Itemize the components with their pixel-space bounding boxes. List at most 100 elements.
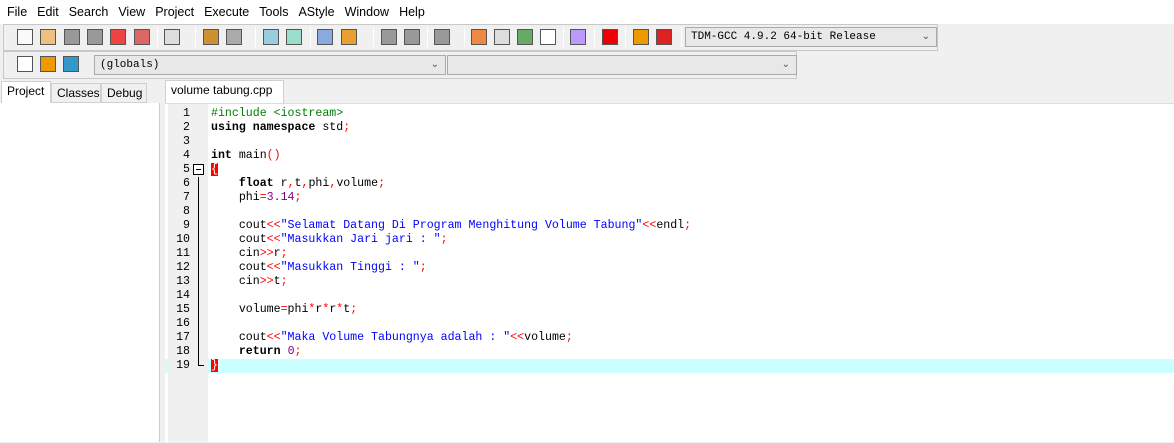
line-number: 5 [183,163,190,176]
print-icon[interactable] [164,29,180,45]
code-token: t [273,275,281,288]
add-to-project-icon[interactable] [40,56,56,72]
open-file-icon[interactable] [40,29,56,45]
code-line[interactable]: 1 #include <iostream> [165,107,1174,121]
code-text: cin>>r; [211,247,288,261]
menu-execute[interactable]: Execute [199,0,254,24]
new-project-icon[interactable] [17,56,33,72]
line-number: 18 [176,345,190,358]
code-line[interactable]: 2 using namespace std; [165,121,1174,135]
code-line[interactable]: 8 [165,205,1174,219]
menu-astyle[interactable]: AStyle [293,0,339,24]
gutter-cell: 4 [168,149,208,163]
gutter-cell: 10 [168,233,208,247]
tab-debug[interactable]: Debug [101,83,147,103]
cascade-icon[interactable] [540,29,556,45]
code-line[interactable]: 9 cout<<"Selamat Datang Di Program Mengh… [165,219,1174,233]
menu-view[interactable]: View [113,0,150,24]
code-line[interactable]: 17 cout<<"Maka Volume Tabungnya adalah :… [165,331,1174,345]
code-token: } [211,359,218,372]
code-text: { [211,163,218,177]
scope-value: (globals) [100,59,160,71]
close-icon[interactable] [110,29,126,45]
code-token: () [266,149,281,162]
code-text: phi=3.14; [211,191,302,205]
undo-icon[interactable] [203,29,219,45]
menu-search[interactable]: Search [64,0,114,24]
tab-editor-file[interactable]: volume tabung.cpp [165,80,284,104]
scope-combo[interactable]: (globals) ⌄ [94,55,446,75]
stop-icon[interactable] [602,29,618,45]
code-token: ; [565,331,573,344]
menu-window[interactable]: Window [340,0,394,24]
line-number: 3 [183,135,190,148]
code-line[interactable]: 4 int main() [165,149,1174,163]
indent-icon[interactable] [317,29,333,45]
code-token: t [294,177,302,190]
code-token: return [238,345,281,358]
code-line[interactable]: 3 [165,135,1174,149]
gutter-cell: 5 [168,163,208,177]
code-line[interactable]: 11 cin>>r; [165,247,1174,261]
bookmark-goto-icon[interactable] [404,29,420,45]
menu-tools[interactable]: Tools [254,0,293,24]
code-line[interactable]: 14 [165,289,1174,303]
code-line[interactable]: 15 volume=phi*r*r*t; [165,303,1174,317]
code-token: ; [419,261,427,274]
delete-profile-icon[interactable] [656,29,672,45]
function-combo[interactable]: ⌄ [447,55,797,75]
line-number: 17 [176,331,190,344]
grid-layout-icon[interactable] [471,29,487,45]
gutter-cell: 19 [168,359,208,373]
project-options-icon[interactable] [63,56,79,72]
tab-project[interactable]: Project [1,81,51,103]
code-line[interactable]: 16 [165,317,1174,331]
toolbar-separator [255,27,256,47]
menu-edit[interactable]: Edit [32,0,64,24]
menu-help[interactable]: Help [394,0,430,24]
code-line[interactable]: 5{ [165,163,1174,177]
window-icon[interactable] [494,29,510,45]
code-line[interactable]: 6 float r,t,phi,volume; [165,177,1174,191]
chevron-down-icon: ⌄ [430,59,439,70]
main-toolbar: TDM-GCC 4.9.2 64-bit Release ⌄ [3,24,938,51]
code-line[interactable]: 7 phi=3.14; [165,191,1174,205]
comment-icon[interactable] [434,29,450,45]
code-editor[interactable]: 1 #include <iostream> 2 using namespace std… [165,103,1174,443]
code-line[interactable]: 13 cin>>t; [165,275,1174,289]
code-token: >> [259,247,274,260]
redo-icon[interactable] [226,29,242,45]
tab-classes[interactable]: Classes [51,83,101,103]
fold-collapse-icon[interactable] [193,164,204,175]
replace-icon[interactable] [286,29,302,45]
code-token: volume [524,331,566,344]
code-token: #include <iostream> [211,107,344,120]
code-token: ; [378,177,386,190]
unindent-icon[interactable] [341,29,357,45]
compiler-combo[interactable]: TDM-GCC 4.9.2 64-bit Release ⌄ [685,27,937,47]
code-line[interactable]: 12 cout<<"Masukkan Tinggi : "; [165,261,1174,275]
code-token: namespace [252,121,316,134]
code-line[interactable]: 10 cout<<"Masukkan Jari jari : "; [165,233,1174,247]
profile-icon[interactable] [633,29,649,45]
fold-line [198,289,199,303]
tile-icon[interactable] [517,29,533,45]
fold-line [198,275,199,289]
project-panel[interactable] [0,103,160,442]
code-line[interactable]: 18 return 0; [165,345,1174,359]
code-token: "Masukkan Jari jari : " [280,233,441,246]
save-icon[interactable] [64,29,80,45]
code-line[interactable]: 19} [165,359,1174,373]
find-icon[interactable] [263,29,279,45]
toolbar-separator [373,27,374,47]
menu-project[interactable]: Project [150,0,199,24]
close-all-icon[interactable] [134,29,150,45]
new-file-icon[interactable] [17,29,33,45]
save-all-icon[interactable] [87,29,103,45]
bookmark-toggle-icon[interactable] [381,29,397,45]
menu-file[interactable]: File [2,0,32,24]
code-token: ; [280,275,288,288]
check-syntax-icon[interactable] [570,29,586,45]
